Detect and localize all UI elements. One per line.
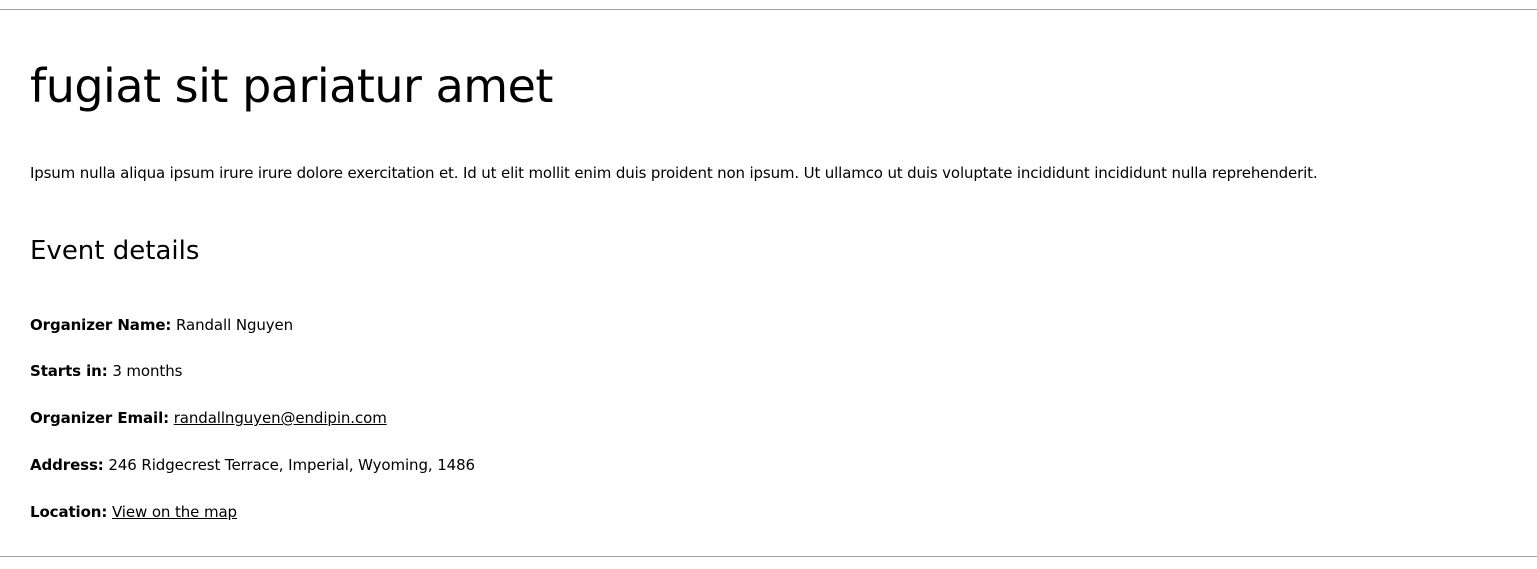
location-label: Location: [30, 503, 108, 521]
starts-in-row: Starts in: 3 months [30, 360, 182, 382]
starts-in-label: Starts in: [30, 362, 108, 380]
event-description: Ipsum nulla aliqua ipsum irure irure dol… [30, 164, 1318, 182]
bottom-divider [0, 556, 1537, 557]
page-title: fugiat sit pariatur amet [30, 59, 553, 113]
organizer-email-link[interactable]: randallnguyen@endipin.com [174, 409, 387, 427]
starts-in-value: 3 months [112, 362, 183, 380]
organizer-email-row: Organizer Email: randallnguyen@endipin.c… [30, 407, 387, 429]
address-value: 246 Ridgecrest Terrace, Imperial, Wyomin… [108, 456, 475, 474]
top-divider [0, 9, 1537, 10]
organizer-name-label: Organizer Name: [30, 316, 172, 334]
organizer-name-value: Randall Nguyen [176, 316, 294, 334]
address-row: Address: 246 Ridgecrest Terrace, Imperia… [30, 454, 475, 476]
organizer-name-row: Organizer Name: Randall Nguyen [30, 314, 293, 336]
view-map-link[interactable]: View on the map [112, 503, 237, 521]
location-row: Location: View on the map [30, 501, 237, 523]
address-label: Address: [30, 456, 104, 474]
organizer-email-label: Organizer Email: [30, 409, 170, 427]
event-details-heading: Event details [30, 236, 200, 266]
